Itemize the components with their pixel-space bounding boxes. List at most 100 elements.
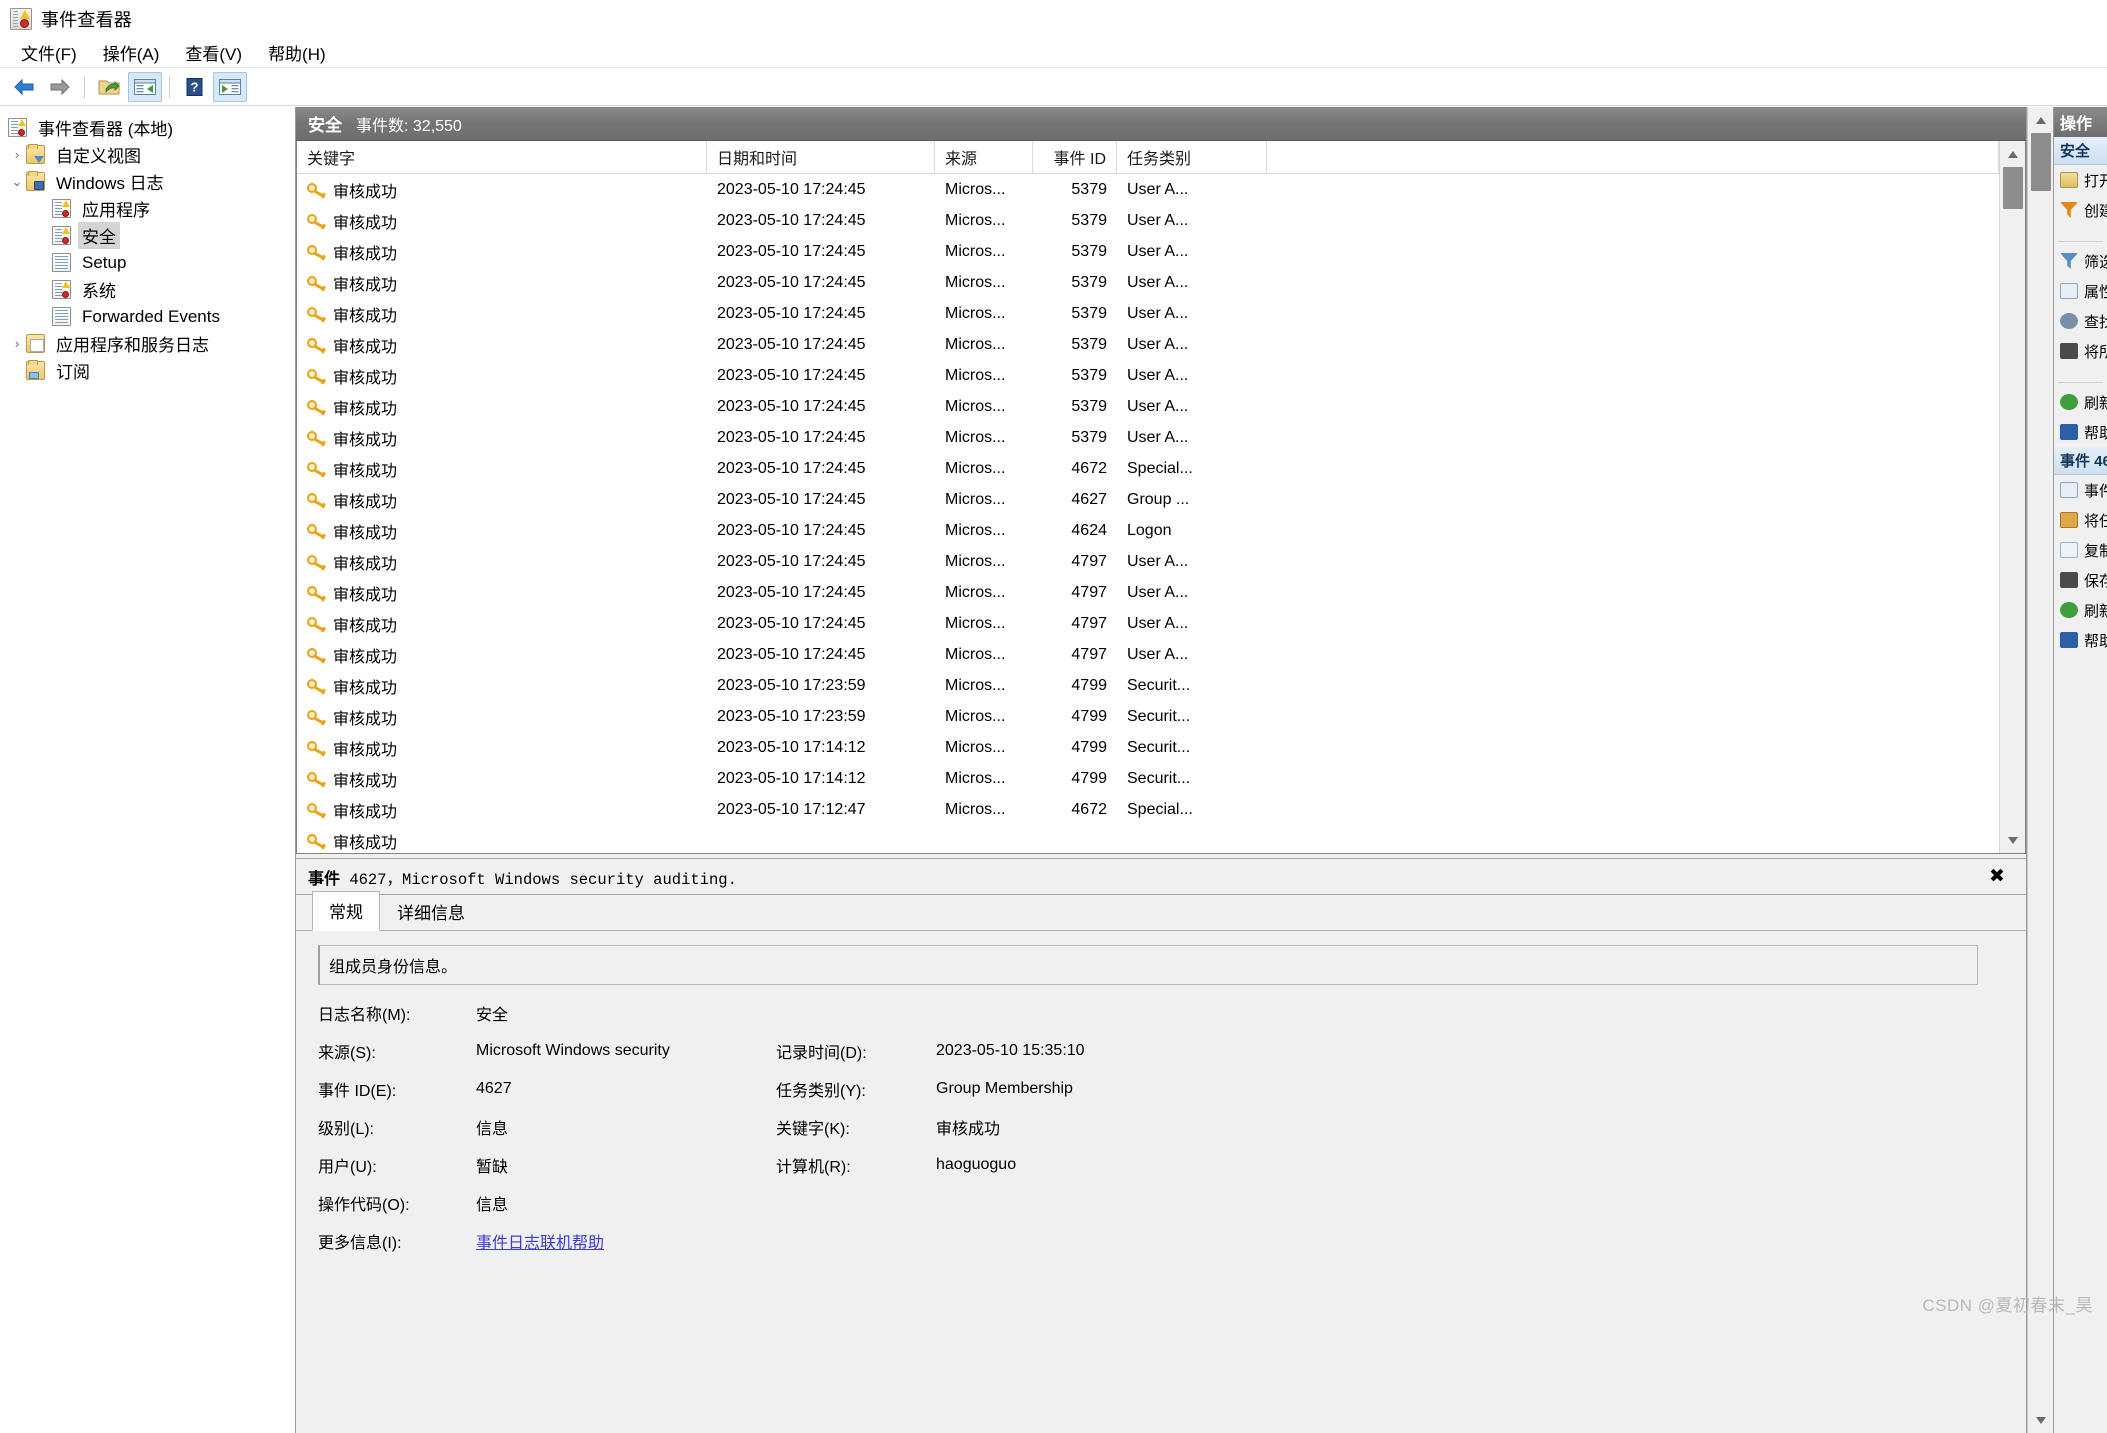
sidebar-item-application[interactable]: 应用程序 xyxy=(0,195,295,222)
sidebar-item-subscriptions[interactable]: 订阅 xyxy=(0,357,295,384)
scrollbar-thumb[interactable] xyxy=(2003,167,2023,209)
action-open-saved-log[interactable]: 打开保存的日志... xyxy=(2054,165,2107,195)
sidebar-item-label: 应用程序和服务日志 xyxy=(52,330,213,357)
cell-source: Micros... xyxy=(935,422,1033,453)
action-help[interactable]: 帮助 xyxy=(2054,417,2107,447)
action-copy[interactable]: 复制 xyxy=(2054,535,2107,565)
sidebar-item-custom-views[interactable]: › 自定义视图 xyxy=(0,141,295,168)
table-row[interactable]: 审核成功2023-05-10 17:24:45Micros...5379User… xyxy=(297,360,1999,391)
action-help-2[interactable]: 帮助 xyxy=(2054,625,2107,655)
cell-filler xyxy=(1267,298,1999,329)
sidebar-item-windows-logs[interactable]: ⌄ Windows 日志 xyxy=(0,168,295,195)
table-row[interactable]: 审核成功2023-05-10 17:12:47Micros...4672Spec… xyxy=(297,794,1999,825)
table-row[interactable]: 审核成功2023-05-10 17:24:45Micros...4672Spec… xyxy=(297,453,1999,484)
tree-root-event-viewer[interactable]: 事件查看器 (本地) xyxy=(0,114,295,141)
forward-icon[interactable] xyxy=(43,72,77,102)
action-properties[interactable]: 属性 xyxy=(2054,276,2107,306)
open-saved-log-icon[interactable] xyxy=(92,72,126,102)
menu-item-view[interactable]: 查看(V) xyxy=(172,37,255,68)
scroll-up-button[interactable] xyxy=(2000,141,2026,167)
cell-datetime: 2023-05-10 17:24:45 xyxy=(707,608,935,639)
show-console-tree-icon[interactable] xyxy=(128,72,162,102)
main-scrollbar-thumb[interactable] xyxy=(2031,133,2051,191)
sidebar-item-setup[interactable]: Setup xyxy=(0,249,295,276)
table-row[interactable]: 审核成功2023-05-10 17:24:45Micros...5379User… xyxy=(297,205,1999,236)
field-label-log-name: 日志名称(M): xyxy=(318,1001,476,1025)
table-row[interactable]: 审核成功2023-05-10 17:24:45Micros...5379User… xyxy=(297,329,1999,360)
action-save-selected-events[interactable]: 保存选择的事件... xyxy=(2054,565,2107,595)
table-row[interactable]: 审核成功2023-05-10 17:24:45Micros...5379User… xyxy=(297,422,1999,453)
table-row[interactable]: 审核成功2023-05-10 17:14:12Micros...4799Secu… xyxy=(297,732,1999,763)
table-row[interactable]: 审核成功2023-05-10 17:24:45Micros...4797User… xyxy=(297,577,1999,608)
table-row[interactable]: 审核成功2023-05-10 17:14:12Micros...4799Secu… xyxy=(297,763,1999,794)
sidebar-item-forwarded-events[interactable]: Forwarded Events xyxy=(0,303,295,330)
close-icon[interactable]: ✖ xyxy=(1980,862,2014,892)
cell-filler xyxy=(1267,205,1999,236)
cell-event-id xyxy=(1033,825,1117,853)
menu-item-action[interactable]: 操作(A) xyxy=(90,37,173,68)
action-label: 打开保存的日志... xyxy=(2084,170,2107,191)
scroll-down-button[interactable] xyxy=(2000,827,2026,853)
action-create-custom-view[interactable]: 创建自定义视图... xyxy=(2054,195,2107,225)
table-row[interactable]: 审核成功2023-05-10 17:23:59Micros...4799Secu… xyxy=(297,701,1999,732)
table-row[interactable]: 审核成功2023-05-10 17:24:45Micros...5379User… xyxy=(297,391,1999,422)
menu-item-help[interactable]: 帮助(H) xyxy=(255,37,339,68)
action-refresh-2[interactable]: 刷新 xyxy=(2054,595,2107,625)
table-row[interactable]: 审核成功2023-05-10 17:24:45Micros...5379User… xyxy=(297,174,1999,205)
main-scrollbar-track[interactable] xyxy=(2028,133,2054,1407)
column-header-source[interactable]: 来源 xyxy=(935,141,1033,173)
event-list-scrollbar[interactable] xyxy=(1999,141,2025,853)
field-label-task-category: 任务类别(Y): xyxy=(776,1077,936,1101)
tab-details[interactable]: 详细信息 xyxy=(380,892,482,931)
table-row[interactable]: 审核成功2023-05-10 17:24:45Micros...4624Logo… xyxy=(297,515,1999,546)
detail-header-prefix: 事件 xyxy=(308,871,340,888)
toolbar-separator-1 xyxy=(84,76,85,98)
main-scrollbar[interactable] xyxy=(2027,107,2053,1433)
actions-section-event: 事件 4627 xyxy=(2054,447,2107,475)
back-icon[interactable] xyxy=(7,72,41,102)
main-scroll-up-button[interactable] xyxy=(2028,107,2054,133)
action-filter-current-log[interactable]: 筛选当前日志... xyxy=(2054,246,2107,276)
cell-keyword-label: 审核成功 xyxy=(333,798,397,822)
action-attach-task[interactable]: 将任务附加到此事件... xyxy=(2054,505,2107,535)
sidebar-item-security[interactable]: 安全 xyxy=(0,222,295,249)
table-row[interactable]: 审核成功2023-05-10 17:24:45Micros...5379User… xyxy=(297,298,1999,329)
action-save-all-events[interactable]: 将所有事件另存为... xyxy=(2054,336,2107,366)
audit-success-key-icon xyxy=(307,709,326,725)
table-row[interactable]: 审核成功2023-05-10 17:24:45Micros...4627Grou… xyxy=(297,484,1999,515)
tab-general[interactable]: 常规 xyxy=(312,891,380,931)
table-row[interactable]: 审核成功 xyxy=(297,825,1999,853)
event-description: 组成员身份信息。 xyxy=(318,945,1978,985)
table-row[interactable]: 审核成功2023-05-10 17:24:45Micros...4797User… xyxy=(297,608,1999,639)
sidebar-item-system[interactable]: 系统 xyxy=(0,276,295,303)
chevron-right-icon[interactable]: › xyxy=(8,148,26,161)
cell-keyword: 审核成功 xyxy=(297,701,707,732)
sidebar-item-applications-and-services-logs[interactable]: › 应用程序和服务日志 xyxy=(0,330,295,357)
find-icon xyxy=(2060,313,2078,329)
cell-task-category: User A... xyxy=(1117,577,1267,608)
menu-item-file[interactable]: 文件(F) xyxy=(8,37,90,68)
chevron-right-icon[interactable]: › xyxy=(8,337,26,350)
sidebar-item-label: 系统 xyxy=(78,276,120,303)
action-refresh[interactable]: 刷新 xyxy=(2054,387,2107,417)
table-row[interactable]: 审核成功2023-05-10 17:23:59Micros...4799Secu… xyxy=(297,670,1999,701)
chevron-down-icon[interactable]: ⌄ xyxy=(8,175,26,188)
column-header-task-category[interactable]: 任务类别 xyxy=(1117,141,1267,173)
column-header-event-id[interactable]: 事件 ID xyxy=(1033,141,1117,173)
field-value-log-name: 安全 xyxy=(476,1001,776,1025)
audit-success-key-icon xyxy=(307,554,326,570)
table-row[interactable]: 审核成功2023-05-10 17:24:45Micros...5379User… xyxy=(297,236,1999,267)
table-row[interactable]: 审核成功2023-05-10 17:24:45Micros...4797User… xyxy=(297,639,1999,670)
action-event-properties[interactable]: 事件属性 xyxy=(2054,475,2107,505)
table-row[interactable]: 审核成功2023-05-10 17:24:45Micros...5379User… xyxy=(297,267,1999,298)
table-row[interactable]: 审核成功2023-05-10 17:24:45Micros...4797User… xyxy=(297,546,1999,577)
help-icon[interactable]: ? xyxy=(177,72,211,102)
event-log-online-help-link[interactable]: 事件日志联机帮助 xyxy=(476,1235,604,1252)
cell-source: Micros... xyxy=(935,360,1033,391)
column-header-keyword[interactable]: 关键字 xyxy=(297,141,707,173)
main-scroll-down-button[interactable] xyxy=(2028,1407,2054,1433)
column-header-datetime[interactable]: 日期和时间 xyxy=(707,141,935,173)
action-find[interactable]: 查找... xyxy=(2054,306,2107,336)
show-action-pane-icon[interactable] xyxy=(213,72,247,102)
scrollbar-track[interactable] xyxy=(2000,167,2026,827)
